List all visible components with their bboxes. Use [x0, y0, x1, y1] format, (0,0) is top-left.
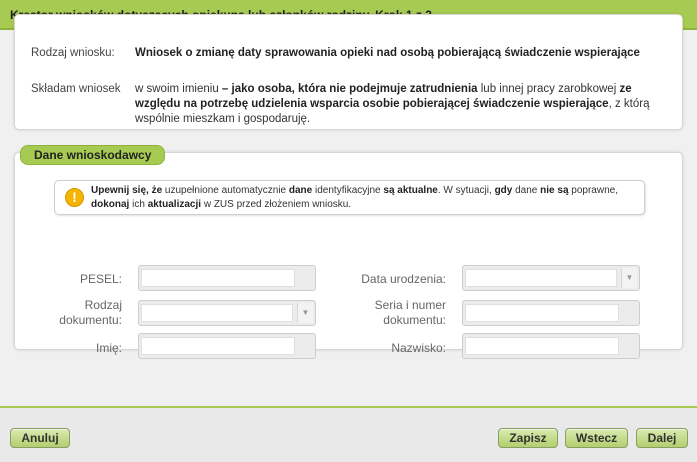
birth-date-field[interactable]: ▼	[462, 265, 640, 291]
next-button[interactable]: Dalej	[636, 428, 688, 448]
first-name-label: Imię:	[95, 341, 122, 355]
cancel-button[interactable]: Anuluj	[10, 428, 70, 448]
document-number-label: Seria i numer dokumentu:	[374, 298, 446, 327]
pesel-field[interactable]	[138, 265, 316, 291]
last-name-field[interactable]	[462, 333, 640, 359]
first-name-input[interactable]	[141, 337, 295, 355]
last-name-input[interactable]	[465, 337, 619, 355]
birth-date-input[interactable]	[465, 269, 617, 287]
first-name-field[interactable]	[138, 333, 316, 359]
birth-date-label: Data urodzenia:	[361, 272, 446, 286]
pesel-label: PESEL:	[79, 272, 122, 286]
last-name-label: Nazwisko:	[391, 341, 446, 355]
document-type-value[interactable]	[141, 304, 293, 322]
document-type-select[interactable]: ▼	[138, 300, 316, 326]
chevron-down-icon[interactable]: ▼	[297, 303, 313, 323]
exclamation-icon: !	[65, 188, 84, 207]
section-title-applicant-data: Dane wnioskodawcy	[20, 145, 166, 165]
submitter-label: Składam wniosek	[31, 83, 121, 95]
document-number-input[interactable]	[465, 304, 619, 322]
document-number-field[interactable]	[462, 300, 640, 326]
update-data-notice: ! Upewnij się, że uzupełnione automatycz…	[54, 180, 645, 215]
application-type-value: Wniosek o zmianę daty sprawowania opieki…	[135, 47, 640, 59]
back-button[interactable]: Wstecz	[565, 428, 628, 448]
save-button[interactable]: Zapisz	[498, 428, 558, 448]
application-type-label: Rodzaj wniosku:	[31, 47, 115, 59]
chevron-down-icon[interactable]: ▼	[621, 268, 637, 288]
submitter-value: w swoim imieniu – jako osoba, która nie …	[135, 83, 650, 125]
document-type-label: Rodzaj dokumentu:	[59, 298, 122, 327]
application-info-panel: Rodzaj wniosku: Wniosek o zmianę daty sp…	[14, 14, 683, 130]
notice-text: Upewnij się, że uzupełnione automatyczni…	[91, 185, 618, 210]
pesel-input[interactable]	[141, 269, 295, 287]
